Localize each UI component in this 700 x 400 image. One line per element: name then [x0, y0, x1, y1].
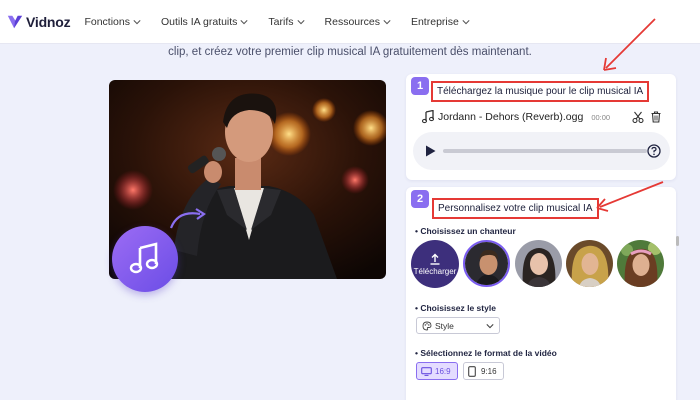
- singer-section-label: • Choisissez un chanteur: [415, 226, 516, 236]
- trash-icon[interactable]: [650, 111, 662, 123]
- phone-icon: [468, 365, 476, 377]
- format-section-label: • Sélectionnez le format de la vidéo: [415, 348, 557, 358]
- chevron-down-icon: [462, 19, 470, 24]
- chevron-down-icon: [240, 19, 248, 24]
- site-header: Vidnoz Fonctions Outils IA gratuits Tari…: [0, 0, 700, 44]
- music-note-icon: [129, 242, 159, 274]
- step-1-title: Téléchargez la musique pour le clip musi…: [431, 81, 650, 102]
- brand-name: Vidnoz: [26, 13, 71, 30]
- upload-icon: [430, 253, 440, 265]
- nav-item-ressources[interactable]: Ressources: [325, 16, 391, 28]
- scrollbar-thumb[interactable]: [676, 236, 679, 246]
- chevron-down-icon: [133, 19, 141, 24]
- music-badge: [112, 226, 178, 292]
- singer-avatar-2[interactable]: [515, 240, 562, 287]
- play-icon[interactable]: [425, 145, 436, 157]
- format-label: 9:16: [481, 366, 497, 376]
- vidnoz-logo-icon: [7, 15, 23, 28]
- nav-item-entreprise[interactable]: Entreprise: [411, 16, 470, 28]
- nav-item-outils[interactable]: Outils IA gratuits: [161, 16, 248, 28]
- scissors-icon[interactable]: [632, 111, 644, 123]
- audio-file-name: Jordann - Dehors (Reverb).ogg: [438, 111, 584, 123]
- step-2-title: Personnalisez votre clip musical IA: [432, 198, 599, 219]
- format-9-16-button[interactable]: 9:16: [463, 362, 504, 380]
- main-nav: Fonctions Outils IA gratuits Tarifs Ress…: [84, 16, 489, 28]
- style-select-value: Style: [435, 320, 454, 331]
- upload-label: Télécharger: [413, 266, 457, 276]
- landscape-screen-icon: [421, 366, 432, 376]
- audio-player: [413, 132, 670, 170]
- nav-label: Fonctions: [84, 15, 130, 28]
- style-dropdown[interactable]: Style: [416, 317, 500, 334]
- singer-avatar-4[interactable]: [617, 240, 664, 287]
- audio-file-row: Jordann - Dehors (Reverb).ogg 00:00: [422, 110, 610, 124]
- step-1-badge: 1: [411, 77, 429, 95]
- nav-item-fonctions[interactable]: Fonctions: [84, 16, 141, 28]
- nav-label: Ressources: [324, 15, 380, 28]
- palette-icon: [422, 321, 432, 330]
- singer-avatar-3[interactable]: [566, 240, 613, 287]
- nav-label: Tarifs: [268, 15, 294, 28]
- chevron-down-icon: [383, 19, 391, 24]
- nav-label: Outils IA gratuits: [160, 15, 238, 28]
- format-16-9-button[interactable]: 16:9: [416, 362, 458, 380]
- curved-arrow-icon: [169, 208, 206, 229]
- brand-logo[interactable]: Vidnoz: [6, 0, 71, 44]
- singer-avatar-1[interactable]: [463, 240, 510, 287]
- nav-label: Entreprise: [410, 15, 459, 28]
- help-icon[interactable]: [647, 144, 661, 158]
- format-label: 16:9: [435, 366, 451, 376]
- step-2-badge: 2: [411, 190, 429, 208]
- audio-duration: 00:00: [591, 112, 611, 122]
- audio-progress-track[interactable]: [443, 149, 647, 153]
- intro-text: clip, et créez votre premier clip musica…: [168, 46, 532, 58]
- nav-item-tarifs[interactable]: Tarifs: [268, 15, 305, 28]
- upload-singer-button[interactable]: Télécharger: [411, 240, 459, 288]
- music-note-icon: [422, 110, 434, 124]
- chevron-down-icon: [486, 323, 494, 328]
- style-section-label: • Choisissez le style: [415, 303, 496, 313]
- chevron-down-icon: [296, 19, 305, 24]
